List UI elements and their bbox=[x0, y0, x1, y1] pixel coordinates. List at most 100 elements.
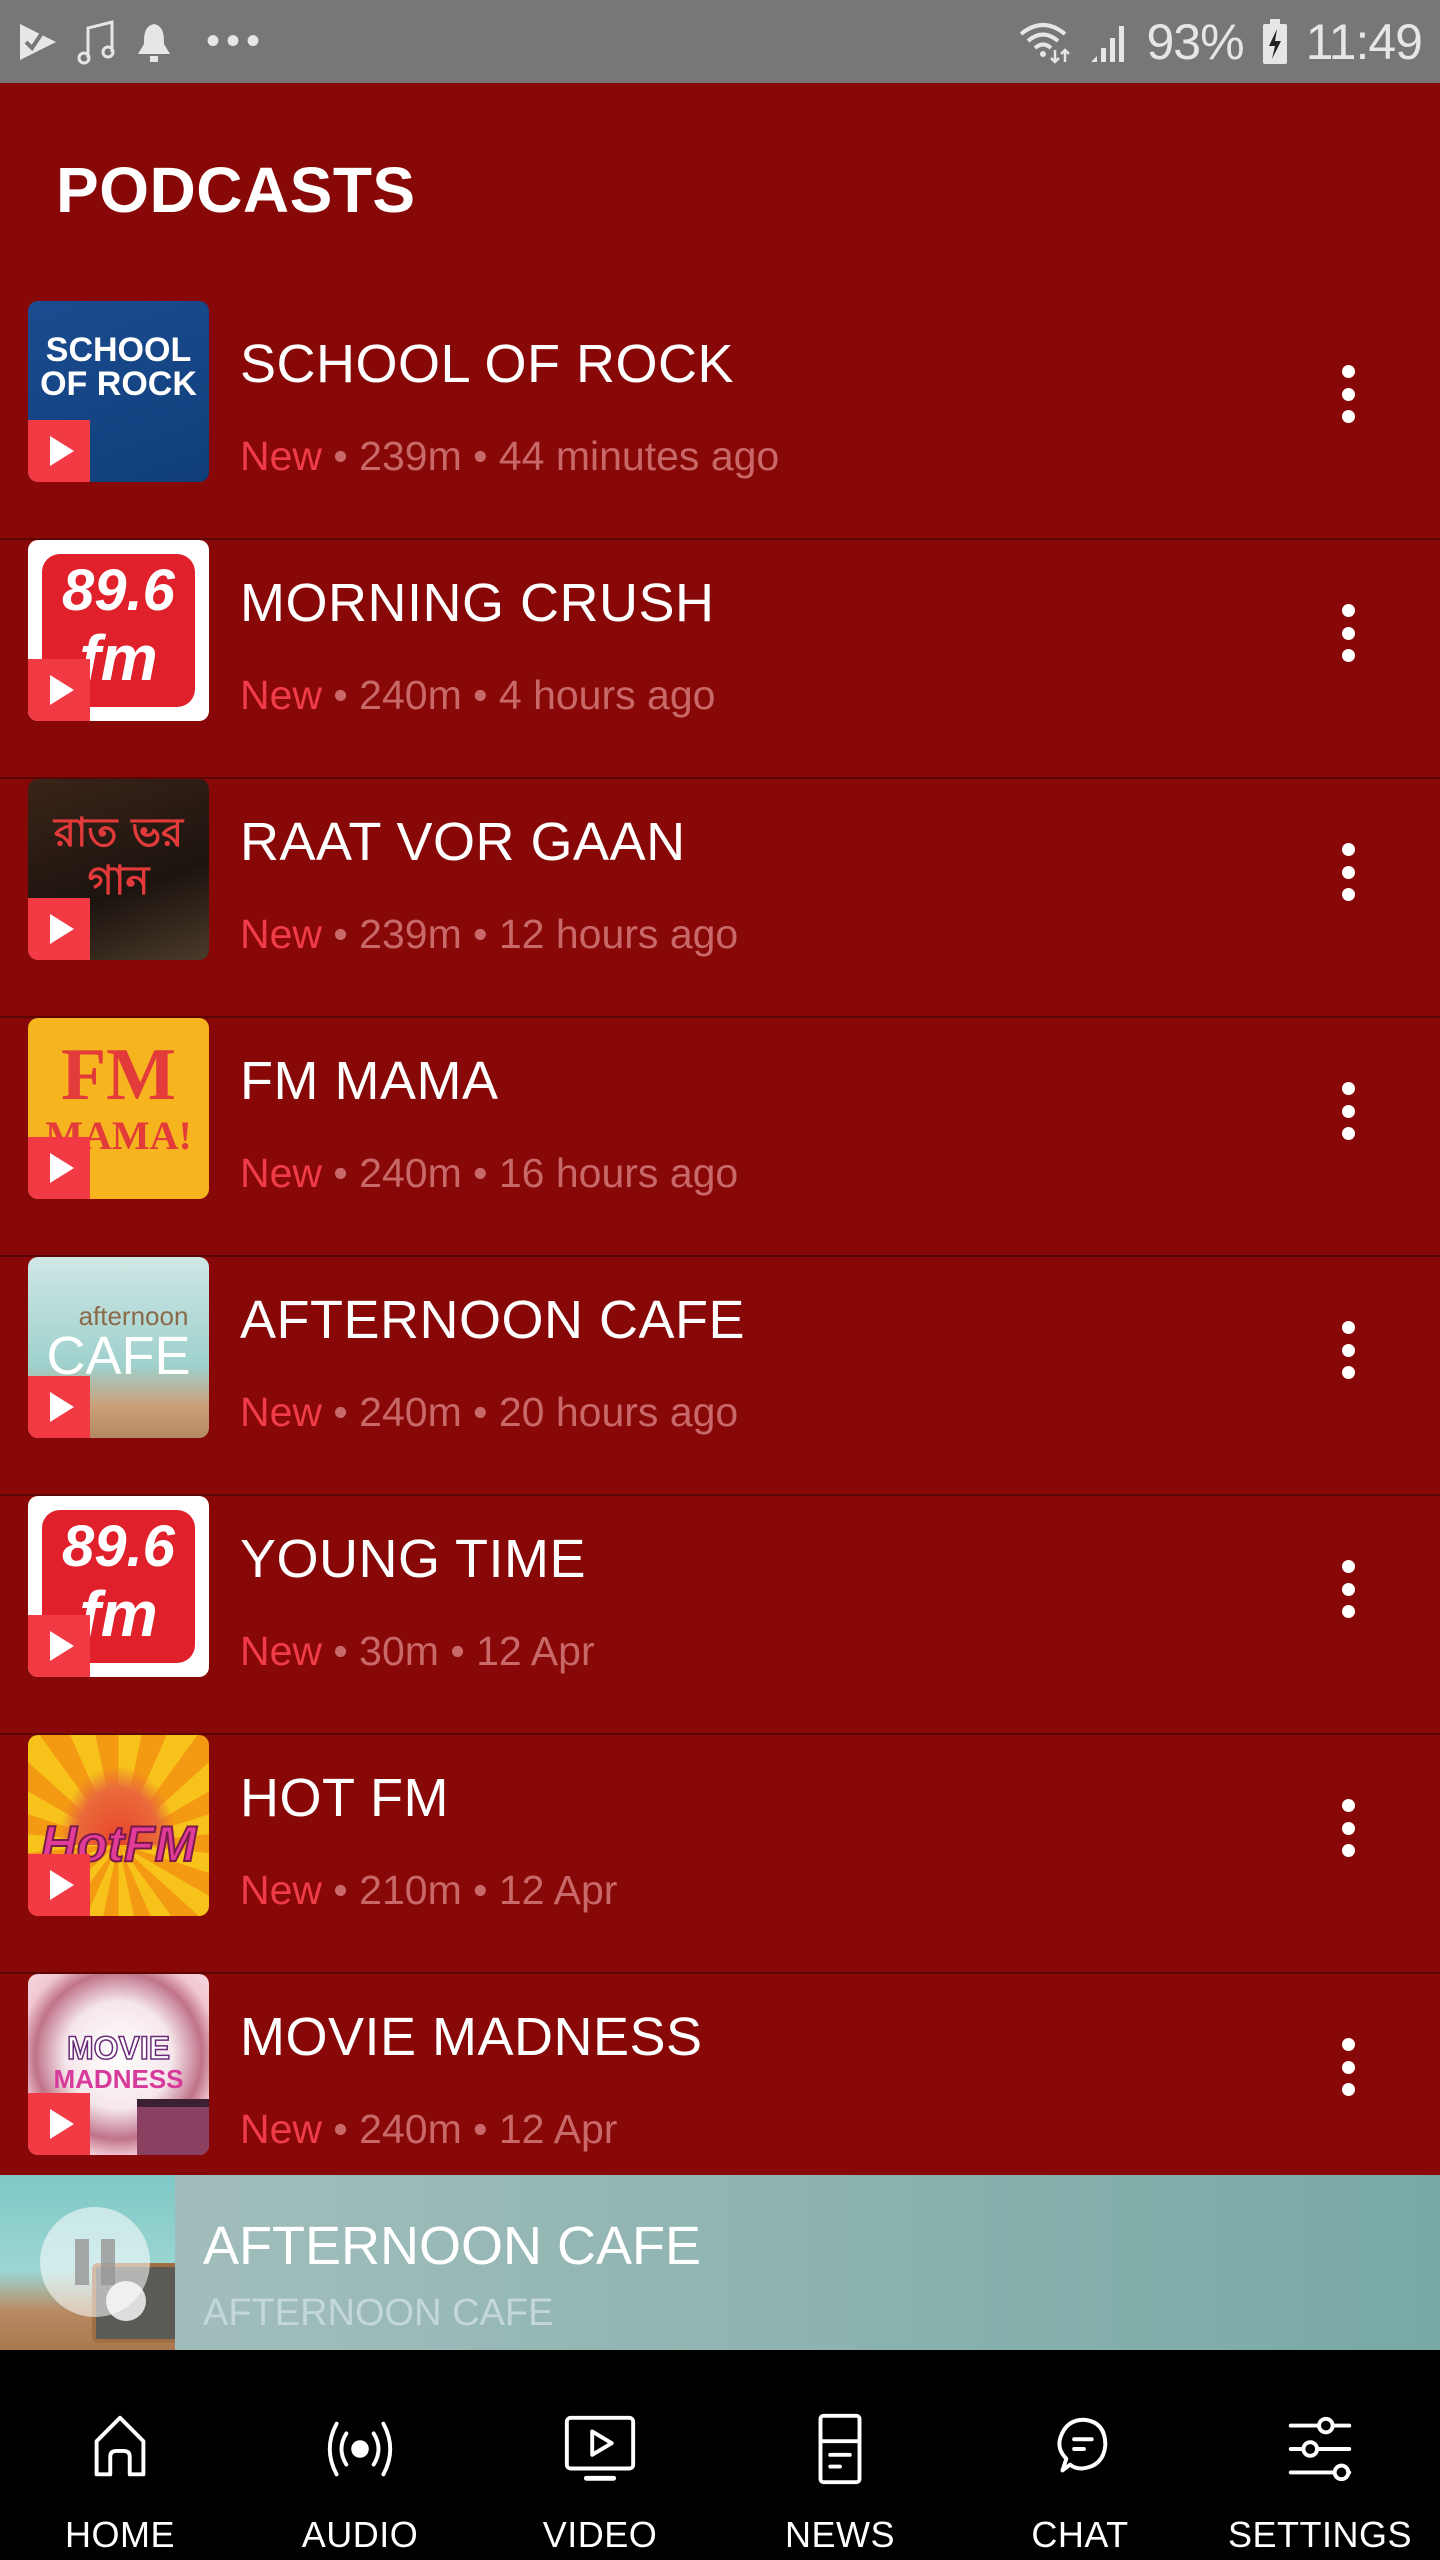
podcast-row[interactable]: 89.6 fm YOUNG TIME New • 30m • 12 Apr bbox=[0, 1496, 1440, 1735]
new-badge: New bbox=[240, 1628, 323, 1674]
nav-label: NEWS bbox=[785, 2514, 895, 2555]
podcast-row[interactable]: SCHOOL OF ROCK SCHOOL OF ROCK New • 239m… bbox=[0, 301, 1440, 540]
published-time: 4 hours ago bbox=[498, 672, 716, 718]
podcast-title: SCHOOL OF ROCK bbox=[240, 334, 735, 394]
sliders-icon bbox=[1288, 2416, 1352, 2482]
play-button[interactable] bbox=[28, 659, 90, 721]
podcast-row[interactable]: afternoon CAFE AFTERNOON CAFE New • 240m… bbox=[0, 1257, 1440, 1496]
more-options-button[interactable] bbox=[1328, 1793, 1368, 1863]
podcast-meta: New • 239m • 12 hours ago bbox=[240, 911, 739, 957]
play-button[interactable] bbox=[28, 1376, 90, 1438]
play-store-check-icon bbox=[18, 20, 58, 64]
play-icon bbox=[50, 2109, 74, 2139]
play-icon bbox=[50, 914, 74, 944]
duration: 30m bbox=[359, 1628, 439, 1674]
play-button[interactable] bbox=[28, 420, 90, 482]
more-options-button[interactable] bbox=[1328, 1076, 1368, 1146]
raat-vor-gaan-art[interactable]: রাত ভর গান bbox=[28, 779, 209, 960]
nav-label: AUDIO bbox=[301, 2514, 419, 2555]
afternoon-cafe-art[interactable]: afternoon CAFE bbox=[28, 1257, 209, 1438]
podcast-meta: New • 240m • 16 hours ago bbox=[240, 1150, 739, 1196]
more-options-button[interactable] bbox=[1328, 359, 1368, 429]
89-6-fm-logo[interactable]: 89.6 fm bbox=[28, 1496, 209, 1677]
podcast-row[interactable]: 89.6 fm MORNING CRUSH New • 240m • 4 hou… bbox=[0, 540, 1440, 779]
more-options-button[interactable] bbox=[1328, 837, 1368, 907]
nav-settings[interactable]: SETTINGS bbox=[1200, 2350, 1440, 2560]
podcast-title: AFTERNOON CAFE bbox=[240, 1290, 746, 1350]
fm-mama-art[interactable]: FM MAMA! bbox=[28, 1018, 209, 1199]
published-time: 20 hours ago bbox=[498, 1389, 739, 1435]
duration: 240m bbox=[359, 1150, 462, 1196]
duration: 240m bbox=[359, 1389, 462, 1435]
new-badge: New bbox=[240, 672, 323, 718]
podcast-title: MOVIE MADNESS bbox=[240, 2007, 703, 2067]
play-button[interactable] bbox=[28, 1615, 90, 1677]
hot-fm-art[interactable]: HotFM bbox=[28, 1735, 209, 1916]
more-options-button[interactable] bbox=[1328, 598, 1368, 668]
status-left: ••• bbox=[18, 18, 266, 66]
podcast-meta: New • 30m • 12 Apr bbox=[240, 1628, 595, 1674]
home-icon bbox=[94, 2415, 146, 2477]
play-icon bbox=[50, 1392, 74, 1422]
battery-percent: 93% bbox=[1146, 13, 1245, 70]
status-bar: ••• 93% 11:49 bbox=[0, 0, 1440, 83]
nav-chat[interactable]: CHAT bbox=[960, 2350, 1200, 2560]
page-title: PODCASTS bbox=[56, 154, 416, 226]
published-time: 12 Apr bbox=[498, 1867, 618, 1913]
bottom-nav: HOME AUDIO VIDEO NEWS CHAT SETTINGS bbox=[0, 2350, 1440, 2560]
podcast-row[interactable]: রাত ভর গান RAAT VOR GAAN New • 239m • 12… bbox=[0, 779, 1440, 1018]
now-playing-subtitle: AFTERNOON CAFE bbox=[203, 2292, 554, 2334]
nav-label: CHAT bbox=[1031, 2514, 1129, 2555]
more-dots-icon: ••• bbox=[206, 19, 267, 63]
duration: 240m bbox=[359, 672, 462, 718]
podcast-meta: New • 239m • 44 minutes ago bbox=[240, 433, 780, 479]
new-badge: New bbox=[240, 1867, 323, 1913]
art-text: রাত ভর গান bbox=[53, 810, 184, 904]
podcasts-screen: PODCASTS SCHOOL OF ROCK SCHOOL OF ROCK N… bbox=[0, 83, 1440, 2175]
nav-label: SETTINGS bbox=[1227, 2514, 1413, 2555]
mini-player[interactable]: AFTERNOON CAFE AFTERNOON CAFE bbox=[0, 2175, 1440, 2350]
podcast-row[interactable]: FM MAMA! FM MAMA New • 240m • 16 hours a… bbox=[0, 1018, 1440, 1257]
podcast-meta: New • 210m • 12 Apr bbox=[240, 1867, 618, 1913]
podcast-meta: New • 240m • 12 Apr bbox=[240, 2106, 618, 2152]
new-badge: New bbox=[240, 1389, 323, 1435]
published-time: 12 Apr bbox=[498, 2106, 618, 2152]
nav-video[interactable]: VIDEO bbox=[480, 2350, 720, 2560]
more-options-button[interactable] bbox=[1328, 1554, 1368, 1624]
podcast-list[interactable]: SCHOOL OF ROCK SCHOOL OF ROCK New • 239m… bbox=[0, 301, 1440, 2175]
more-options-button[interactable] bbox=[1328, 2032, 1368, 2102]
pause-icon bbox=[75, 2239, 89, 2285]
play-icon bbox=[50, 436, 74, 466]
nav-audio[interactable]: AUDIO bbox=[240, 2350, 480, 2560]
art-text: SCHOOL OF ROCK bbox=[40, 331, 197, 403]
play-button[interactable] bbox=[28, 898, 90, 960]
new-badge: New bbox=[240, 911, 323, 957]
art-text: CAFE bbox=[46, 1326, 191, 1386]
podcast-title: MORNING CRUSH bbox=[240, 573, 715, 633]
new-badge: New bbox=[240, 2106, 323, 2152]
clock: 11:49 bbox=[1305, 13, 1423, 70]
play-button[interactable] bbox=[28, 1137, 90, 1199]
play-button[interactable] bbox=[28, 2093, 90, 2155]
nav-label: VIDEO bbox=[542, 2514, 658, 2555]
play-icon bbox=[50, 1153, 74, 1183]
now-playing-title: AFTERNOON CAFE bbox=[203, 2216, 702, 2276]
podcast-title: FM MAMA bbox=[240, 1051, 499, 1111]
new-badge: New bbox=[240, 433, 323, 479]
battery-charging-icon bbox=[1262, 18, 1288, 65]
play-button[interactable] bbox=[28, 1854, 90, 1916]
podcast-row[interactable]: MOVIE MADNESS MOVIE MADNESS New • 240m •… bbox=[0, 1974, 1440, 2175]
now-playing-artwork[interactable] bbox=[0, 2175, 175, 2350]
school-of-rock-art[interactable]: SCHOOL OF ROCK bbox=[28, 301, 209, 482]
nav-news[interactable]: NEWS bbox=[720, 2350, 960, 2560]
art-text: FM bbox=[60, 1034, 177, 1116]
broadcast-icon bbox=[327, 2421, 393, 2477]
movie-madness-art[interactable]: MOVIE MADNESS bbox=[28, 1974, 209, 2155]
podcast-row[interactable]: HotFM HOT FM New • 210m • 12 Apr bbox=[0, 1735, 1440, 1974]
89-6-fm-logo[interactable]: 89.6 fm bbox=[28, 540, 209, 721]
nav-home[interactable]: HOME bbox=[0, 2350, 240, 2560]
published-time: 16 hours ago bbox=[498, 1150, 739, 1196]
podcast-meta: New • 240m • 20 hours ago bbox=[240, 1389, 739, 1435]
more-options-button[interactable] bbox=[1328, 1315, 1368, 1385]
pause-button[interactable] bbox=[40, 2207, 150, 2317]
